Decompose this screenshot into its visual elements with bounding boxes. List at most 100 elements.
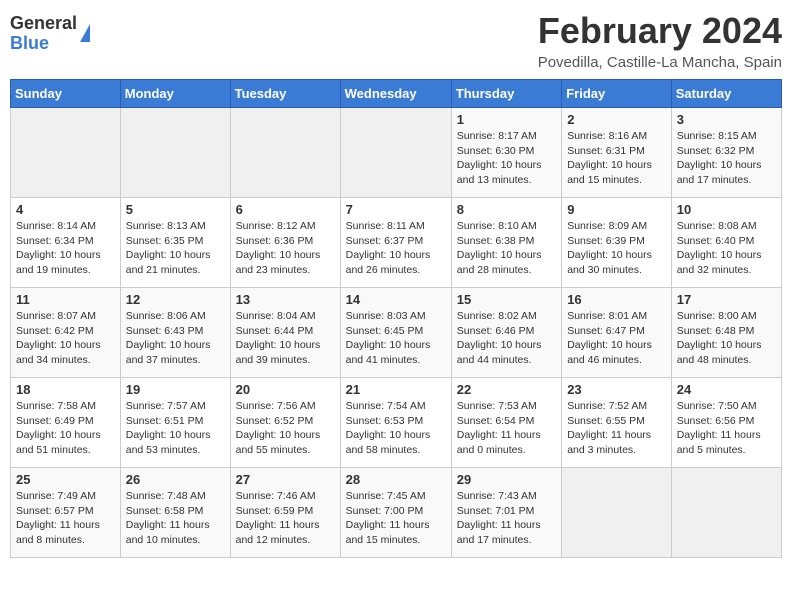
day-info: Sunrise: 8:16 AM Sunset: 6:31 PM Dayligh…: [567, 130, 652, 186]
day-info: Sunrise: 8:11 AM Sunset: 6:37 PM Dayligh…: [346, 220, 431, 276]
day-info: Sunrise: 7:53 AM Sunset: 6:54 PM Dayligh…: [457, 400, 541, 456]
day-info: Sunrise: 7:54 AM Sunset: 6:53 PM Dayligh…: [346, 400, 431, 456]
page-header: General Blue February 2024 Povedilla, Ca…: [10, 10, 782, 71]
calendar-cell: 7 Sunrise: 8:11 AM Sunset: 6:37 PM Daylig…: [340, 198, 451, 288]
day-info: Sunrise: 8:00 AM Sunset: 6:48 PM Dayligh…: [677, 310, 762, 366]
day-number: 5: [126, 202, 225, 217]
day-number: 11: [16, 292, 115, 307]
day-info: Sunrise: 7:57 AM Sunset: 6:51 PM Dayligh…: [126, 400, 211, 456]
day-info: Sunrise: 7:52 AM Sunset: 6:55 PM Dayligh…: [567, 400, 651, 456]
day-info: Sunrise: 7:46 AM Sunset: 6:59 PM Dayligh…: [236, 490, 320, 546]
calendar-cell: 26 Sunrise: 7:48 AM Sunset: 6:58 PM Dayli…: [120, 468, 230, 558]
day-info: Sunrise: 8:02 AM Sunset: 6:46 PM Dayligh…: [457, 310, 542, 366]
calendar-table: SundayMondayTuesdayWednesdayThursdayFrid…: [10, 79, 782, 558]
header-wednesday: Wednesday: [340, 80, 451, 108]
day-number: 26: [126, 472, 225, 487]
day-number: 4: [16, 202, 115, 217]
day-info: Sunrise: 8:15 AM Sunset: 6:32 PM Dayligh…: [677, 130, 762, 186]
week-row-5: 25 Sunrise: 7:49 AM Sunset: 6:57 PM Dayli…: [11, 468, 782, 558]
calendar-cell: 5 Sunrise: 8:13 AM Sunset: 6:35 PM Daylig…: [120, 198, 230, 288]
day-number: 13: [236, 292, 335, 307]
calendar-cell: 11 Sunrise: 8:07 AM Sunset: 6:42 PM Dayli…: [11, 288, 121, 378]
calendar-cell: 19 Sunrise: 7:57 AM Sunset: 6:51 PM Dayli…: [120, 378, 230, 468]
day-number: 17: [677, 292, 776, 307]
month-title: February 2024: [538, 10, 782, 52]
day-number: 23: [567, 382, 666, 397]
calendar-cell: [562, 468, 672, 558]
calendar-cell: 3 Sunrise: 8:15 AM Sunset: 6:32 PM Daylig…: [671, 108, 781, 198]
day-number: 3: [677, 112, 776, 127]
calendar-cell: [340, 108, 451, 198]
calendar-cell: 27 Sunrise: 7:46 AM Sunset: 6:59 PM Dayli…: [230, 468, 340, 558]
calendar-cell: 29 Sunrise: 7:43 AM Sunset: 7:01 PM Dayli…: [451, 468, 561, 558]
week-row-1: 1 Sunrise: 8:17 AM Sunset: 6:30 PM Daylig…: [11, 108, 782, 198]
calendar-cell: 18Sunrise: 7:58 AM Sunset: 6:49 PM Dayli…: [11, 378, 121, 468]
day-number: 28: [346, 472, 446, 487]
day-info: Sunrise: 8:10 AM Sunset: 6:38 PM Dayligh…: [457, 220, 542, 276]
day-number: 7: [346, 202, 446, 217]
week-row-4: 18Sunrise: 7:58 AM Sunset: 6:49 PM Dayli…: [11, 378, 782, 468]
header-sunday: Sunday: [11, 80, 121, 108]
day-number: 8: [457, 202, 556, 217]
day-number: 22: [457, 382, 556, 397]
day-number: 12: [126, 292, 225, 307]
calendar-header-row: SundayMondayTuesdayWednesdayThursdayFrid…: [11, 80, 782, 108]
header-tuesday: Tuesday: [230, 80, 340, 108]
calendar-cell: 15 Sunrise: 8:02 AM Sunset: 6:46 PM Dayli…: [451, 288, 561, 378]
day-number: 18: [16, 382, 115, 397]
calendar-cell: 6 Sunrise: 8:12 AM Sunset: 6:36 PM Daylig…: [230, 198, 340, 288]
day-info: Sunrise: 8:04 AM Sunset: 6:44 PM Dayligh…: [236, 310, 321, 366]
calendar-cell: 24Sunrise: 7:50 AM Sunset: 6:56 PM Dayli…: [671, 378, 781, 468]
logo-triangle-icon: [80, 24, 90, 42]
calendar-cell: [230, 108, 340, 198]
day-number: 21: [346, 382, 446, 397]
week-row-3: 11 Sunrise: 8:07 AM Sunset: 6:42 PM Dayli…: [11, 288, 782, 378]
day-number: 1: [457, 112, 556, 127]
day-info: Sunrise: 7:56 AM Sunset: 6:52 PM Dayligh…: [236, 400, 321, 456]
calendar-cell: 17 Sunrise: 8:00 AM Sunset: 6:48 PM Dayli…: [671, 288, 781, 378]
day-info: Sunrise: 8:08 AM Sunset: 6:40 PM Dayligh…: [677, 220, 762, 276]
calendar-cell: 8 Sunrise: 8:10 AM Sunset: 6:38 PM Daylig…: [451, 198, 561, 288]
day-info: Sunrise: 7:49 AM Sunset: 6:57 PM Dayligh…: [16, 490, 100, 546]
day-info: Sunrise: 7:45 AM Sunset: 7:00 PM Dayligh…: [346, 490, 430, 546]
day-info: Sunrise: 8:09 AM Sunset: 6:39 PM Dayligh…: [567, 220, 652, 276]
day-info: Sunrise: 8:12 AM Sunset: 6:36 PM Dayligh…: [236, 220, 321, 276]
day-number: 24: [677, 382, 776, 397]
header-monday: Monday: [120, 80, 230, 108]
calendar-cell: 28 Sunrise: 7:45 AM Sunset: 7:00 PM Dayli…: [340, 468, 451, 558]
header-friday: Friday: [562, 80, 672, 108]
calendar-cell: 13 Sunrise: 8:04 AM Sunset: 6:44 PM Dayli…: [230, 288, 340, 378]
calendar-cell: 25 Sunrise: 7:49 AM Sunset: 6:57 PM Dayli…: [11, 468, 121, 558]
location-title: Povedilla, Castille-La Mancha, Spain: [538, 54, 782, 71]
calendar-cell: 10 Sunrise: 8:08 AM Sunset: 6:40 PM Dayli…: [671, 198, 781, 288]
day-number: 27: [236, 472, 335, 487]
day-number: 25: [16, 472, 115, 487]
day-info: Sunrise: 7:43 AM Sunset: 7:01 PM Dayligh…: [457, 490, 541, 546]
logo-general: General: [10, 14, 77, 34]
day-number: 15: [457, 292, 556, 307]
day-number: 2: [567, 112, 666, 127]
week-row-2: 4 Sunrise: 8:14 AM Sunset: 6:34 PM Daylig…: [11, 198, 782, 288]
calendar-cell: 14Sunrise: 8:03 AM Sunset: 6:45 PM Dayli…: [340, 288, 451, 378]
day-info: Sunrise: 7:48 AM Sunset: 6:58 PM Dayligh…: [126, 490, 210, 546]
day-info: Sunrise: 8:14 AM Sunset: 6:34 PM Dayligh…: [16, 220, 101, 276]
day-info: Sunrise: 8:13 AM Sunset: 6:35 PM Dayligh…: [126, 220, 211, 276]
calendar-cell: 4 Sunrise: 8:14 AM Sunset: 6:34 PM Daylig…: [11, 198, 121, 288]
logo-blue: Blue: [10, 34, 77, 54]
calendar-cell: 21 Sunrise: 7:54 AM Sunset: 6:53 PM Dayli…: [340, 378, 451, 468]
calendar-cell: 2 Sunrise: 8:16 AM Sunset: 6:31 PM Daylig…: [562, 108, 672, 198]
day-number: 10: [677, 202, 776, 217]
header-saturday: Saturday: [671, 80, 781, 108]
calendar-cell: 23 Sunrise: 7:52 AM Sunset: 6:55 PM Dayli…: [562, 378, 672, 468]
day-number: 9: [567, 202, 666, 217]
day-number: 16: [567, 292, 666, 307]
logo: General Blue: [10, 14, 90, 54]
day-number: 19: [126, 382, 225, 397]
day-info: Sunrise: 8:07 AM Sunset: 6:42 PM Dayligh…: [16, 310, 101, 366]
calendar-cell: 1 Sunrise: 8:17 AM Sunset: 6:30 PM Daylig…: [451, 108, 561, 198]
calendar-cell: 20Sunrise: 7:56 AM Sunset: 6:52 PM Dayli…: [230, 378, 340, 468]
day-number: 6: [236, 202, 335, 217]
day-info: Sunrise: 8:17 AM Sunset: 6:30 PM Dayligh…: [457, 130, 542, 186]
title-area: February 2024 Povedilla, Castille-La Man…: [538, 10, 782, 71]
day-number: 29: [457, 472, 556, 487]
